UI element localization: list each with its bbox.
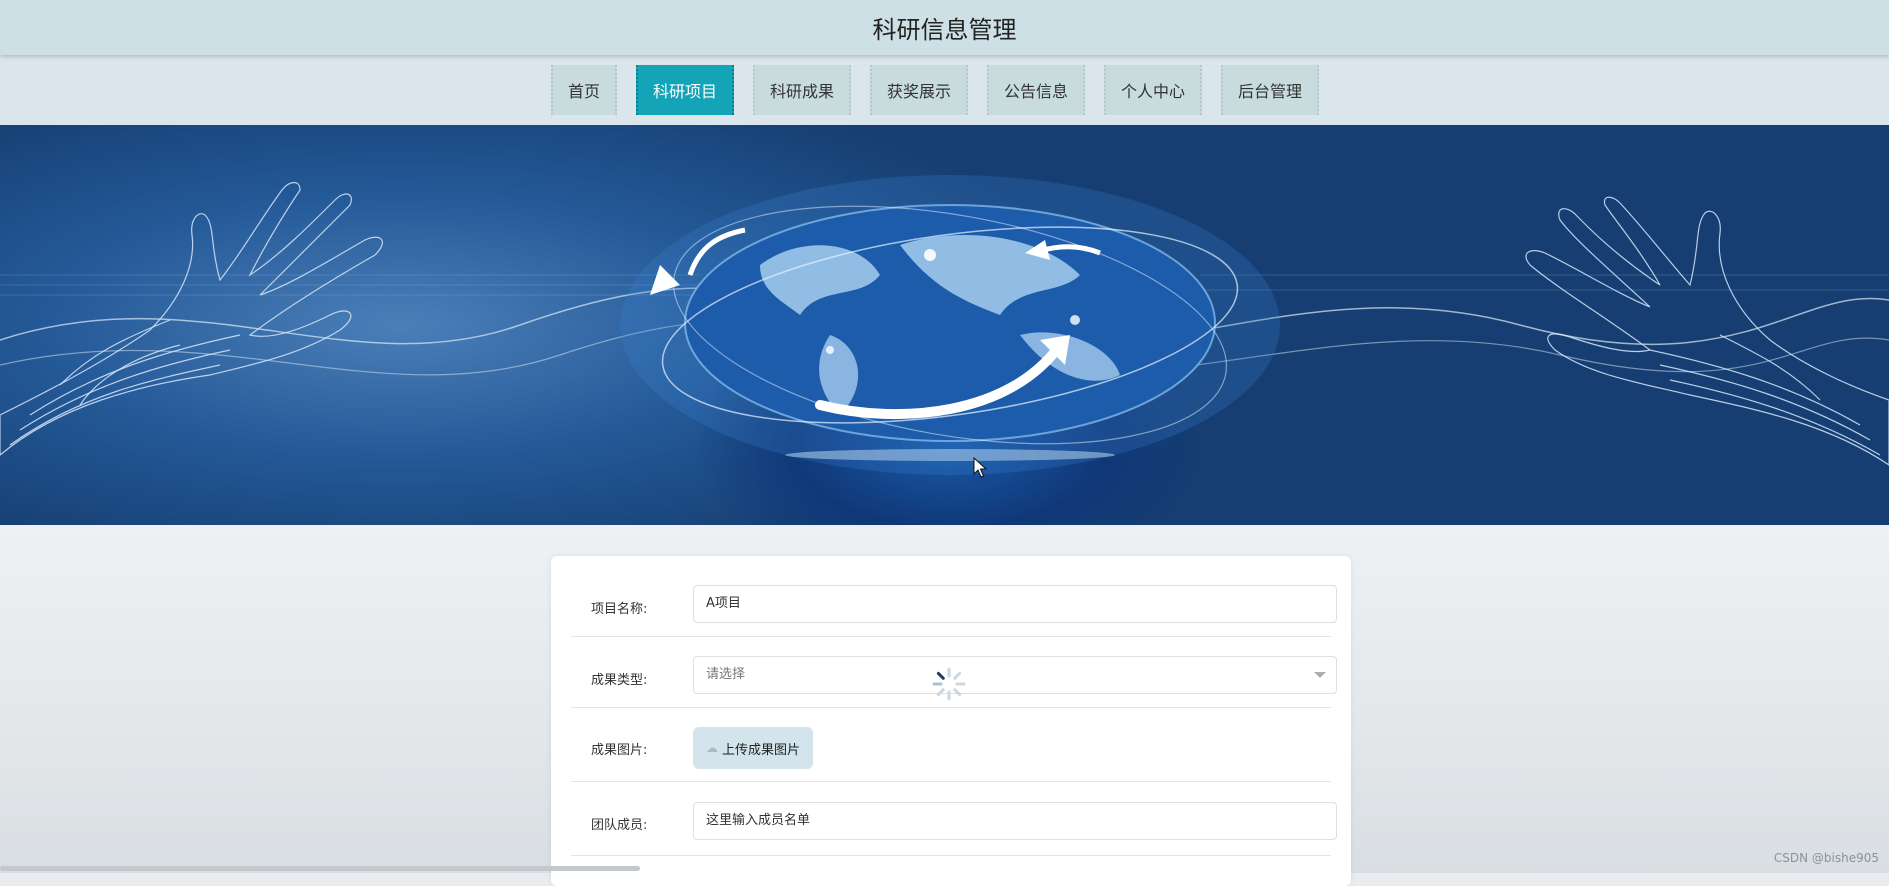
- team-members-input[interactable]: 这里输入成员名单: [693, 802, 1337, 840]
- upload-image-button[interactable]: ☁ 上传成果图片: [693, 727, 813, 769]
- form-row-team-members: 团队成员: 这里输入成员名单: [571, 781, 1337, 856]
- form-row-project-name: 项目名称: A项目: [571, 556, 1337, 637]
- nav-item-personal-center[interactable]: 个人中心: [1104, 65, 1203, 115]
- form-row-result-image: 成果图片: ☁ 上传成果图片: [571, 707, 1331, 782]
- watermark-text: CSDN @bishe905: [1773, 851, 1879, 865]
- mouse-pointer-icon: [973, 457, 987, 478]
- nav-item-admin[interactable]: 后台管理: [1221, 65, 1320, 115]
- team-members-label: 团队成员:: [591, 818, 648, 833]
- project-form-card: 项目名称: A项目 成果类型: 请选择 成果图片: ☁ 上传成果图片 团队成员:…: [551, 556, 1351, 886]
- result-type-select[interactable]: 请选择: [693, 656, 1337, 694]
- upload-image-button-label: 上传成果图片: [721, 742, 800, 758]
- chevron-down-icon: [1314, 672, 1326, 678]
- nav-item-research-results[interactable]: 科研成果: [752, 65, 851, 115]
- loading-spinner-icon: [932, 667, 966, 701]
- globe-banner-graphic: [0, 175, 1889, 475]
- nav-item-awards[interactable]: 获奖展示: [869, 65, 968, 115]
- horizontal-scrollbar[interactable]: [0, 866, 640, 871]
- nav-item-home[interactable]: 首页: [550, 65, 617, 115]
- nav-item-research-projects[interactable]: 科研项目: [635, 65, 734, 115]
- hero-banner: [0, 125, 1889, 525]
- site-header: 科研信息管理: [0, 0, 1889, 55]
- result-image-label: 成果图片:: [591, 743, 648, 758]
- upload-cloud-icon: ☁: [705, 741, 718, 755]
- project-name-input[interactable]: A项目: [693, 585, 1337, 623]
- main-nav: 首页 科研项目 科研成果 获奖展示 公告信息 个人中心 后台管理: [0, 55, 1889, 125]
- result-type-label: 成果类型:: [591, 673, 648, 688]
- nav-item-announcements[interactable]: 公告信息: [987, 65, 1086, 115]
- result-type-placeholder: 请选择: [706, 667, 746, 682]
- page-title: 科研信息管理: [872, 16, 1017, 44]
- project-name-label: 项目名称:: [591, 602, 648, 617]
